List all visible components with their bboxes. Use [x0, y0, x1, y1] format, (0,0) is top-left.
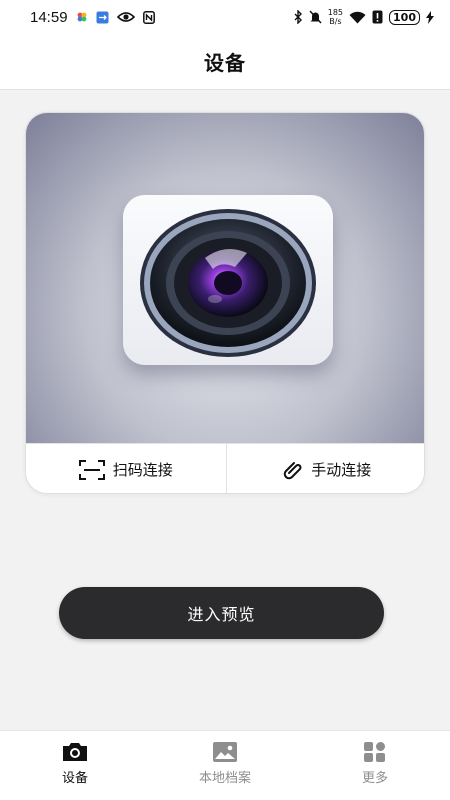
network-speed: 185 B/s — [327, 8, 344, 26]
enter-preview-button[interactable]: 进入预览 — [59, 587, 384, 639]
nav-item-local-archive[interactable]: 本地档案 — [150, 731, 300, 800]
status-bar: 14:59 185 B/s 100 — [0, 0, 450, 34]
usb-icon — [96, 11, 109, 24]
scan-connect-label: 扫码连接 — [112, 461, 173, 479]
wifi-icon — [349, 11, 366, 24]
camera-illustration — [26, 113, 424, 443]
camera-lens-icon — [140, 209, 316, 357]
nav-label-local-archive: 本地档案 — [198, 771, 251, 786]
eye-icon — [116, 11, 135, 23]
manual-connect-button[interactable]: 手动连接 — [225, 444, 425, 493]
grid-icon — [363, 741, 387, 763]
bluetooth-icon — [294, 10, 303, 24]
scan-icon — [78, 459, 105, 481]
battery-indicator: 100 — [389, 9, 420, 25]
nav-label-devices: 设备 — [61, 771, 88, 786]
enter-preview-label: 进入预览 — [187, 605, 256, 624]
image-icon — [212, 741, 238, 763]
nfc-icon — [142, 10, 155, 24]
alert-icon — [372, 10, 383, 24]
nav-item-more[interactable]: 更多 — [300, 731, 450, 800]
manual-connect-label: 手动连接 — [311, 461, 372, 479]
scan-connect-button[interactable]: 扫码连接 — [26, 444, 226, 493]
page-header: 设备 — [0, 34, 450, 90]
camera-app-tile — [123, 195, 333, 365]
page-title: 设备 — [204, 51, 246, 75]
app-notification-icon — [76, 11, 88, 23]
camera-icon — [61, 741, 89, 763]
nav-label-more: 更多 — [361, 771, 388, 786]
charging-icon — [426, 10, 434, 24]
status-time: 14:59 — [30, 8, 68, 26]
link-icon — [281, 459, 303, 481]
nav-item-devices[interactable]: 设备 — [0, 731, 150, 800]
connect-actions: 扫码连接 手动连接 — [26, 443, 425, 493]
bottom-nav: 设备 本地档案 更多 — [0, 730, 450, 800]
device-card: 扫码连接 手动连接 — [25, 112, 425, 494]
mute-icon — [309, 10, 322, 24]
